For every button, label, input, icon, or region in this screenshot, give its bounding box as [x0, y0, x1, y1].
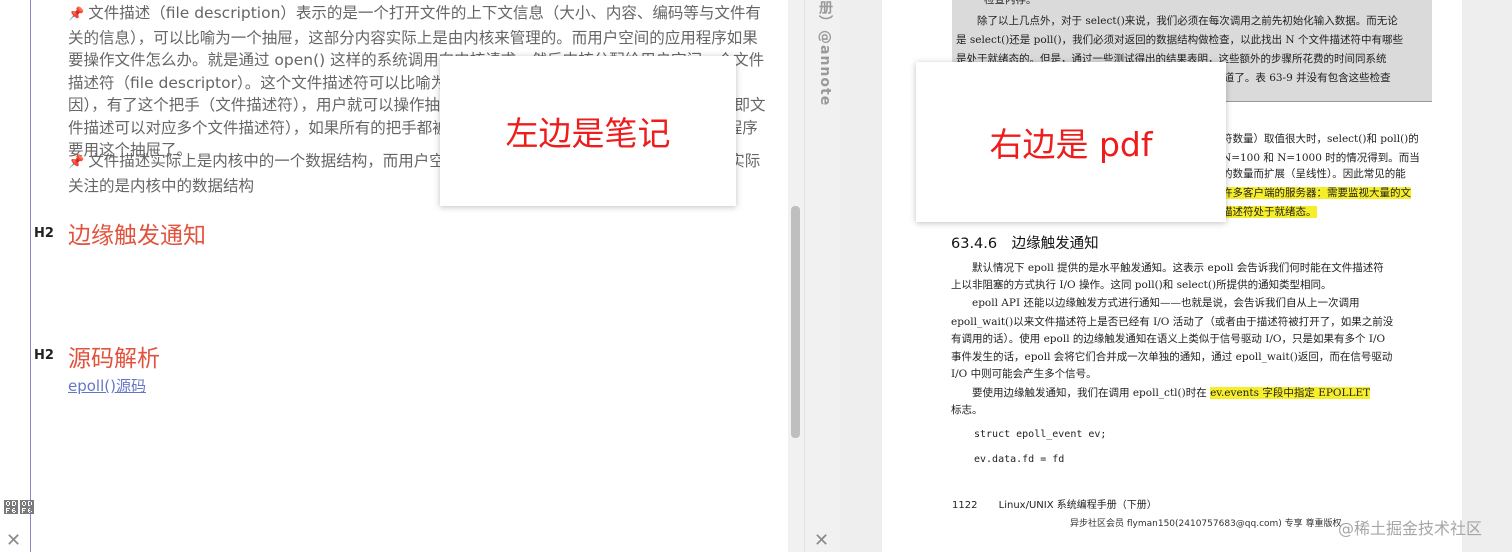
pdf-footer: 1122 Linux/UNIX 系统编程手册（下册） [952, 496, 1157, 511]
pdf-page-number: 1122 [952, 500, 978, 511]
overlay-pdf-caption: 右边是 pdf [916, 62, 1226, 222]
scrollbar-thumb[interactable] [791, 206, 800, 438]
pdf-line: 许多客户端的服务器：需要监视大量的文 [1222, 184, 1411, 203]
notes-pane: 📌 文件描述（file description）表示的是一个打开文件的上下文信息（… [0, 0, 790, 552]
pdf-section-heading: 63.4.6 边缘触发通知 [951, 236, 1099, 252]
pdf-line: 的数量而扩展（呈线性）。因此常见的能 [1222, 168, 1406, 180]
glasses-icon[interactable]: ෶෶ [3, 498, 35, 517]
pdf-line: 是 select()还是 poll()，我们必须对返回的数据结构做检查，以此找出… [956, 34, 1403, 46]
pdf-line: 标志。 [951, 404, 983, 416]
epoll-source-link[interactable]: epoll()源码 [68, 375, 146, 396]
overlay-notes-caption: 左边是笔记 [440, 56, 736, 206]
pdf-code-line: ev.data.fd = fd [974, 454, 1065, 465]
close-icon[interactable]: ✕ [814, 532, 829, 550]
pdf-line: 符数量）取值很大时，select()和 poll()的 [1222, 133, 1419, 145]
pdf-member-line: 异步社区会员 flyman150(2410757683@qq.com) 专享 尊… [1070, 519, 1342, 529]
pdf-line: 上以非阻塞的方式执行 I/O 操作。这同 poll()和 select()所提供… [951, 279, 1332, 291]
pdf-highlight: ev.events 字段中指定 EPOLLET [1210, 387, 1371, 399]
pdf-line: 描述符处于就绪态。 [1222, 203, 1317, 222]
heading-edge-triggered[interactable]: 边缘触发通知 [68, 216, 206, 250]
heading-source-analysis[interactable]: 源码解析 [68, 339, 160, 373]
pdf-highlight: 描述符处于就绪态。 [1222, 206, 1317, 218]
pdf-book-title: Linux/UNIX 系统编程手册（下册） [998, 500, 1157, 511]
pin-icon: 📌 [68, 7, 85, 22]
site-watermark: @稀土掘金技术社区 [1338, 519, 1483, 538]
pdf-line: 有调用的话）。使用 epoll 的边缘触发通知在语义上类似于信号驱动 I/O，只… [951, 333, 1386, 345]
notes-scrollbar[interactable] [788, 0, 804, 552]
h2-badge: H2 [34, 348, 54, 363]
pdf-line: I/O 中则可能会产生多个信号。 [951, 368, 1097, 380]
pin-icon: 📌 [68, 155, 85, 170]
h2-badge: H2 [34, 226, 54, 241]
pdf-code-line: struct epoll_event ev; [974, 429, 1107, 440]
pdf-line: epoll API 还能以边缘触发方式进行通知——也就是说，会告诉我们自从上一次… [951, 297, 1360, 309]
pdf-line: 要使用边缘触发通知，我们在调用 epoll_ctl()时在 ev.events … [951, 387, 1371, 399]
close-icon[interactable]: ✕ [6, 532, 21, 550]
pdf-line: 检查内存。 [984, 0, 1037, 6]
annotator-strip: 册）@annote ✕ [804, 0, 840, 552]
pdf-line: 除了以上几点外，对于 select()来说，我们必须在每次调用之前先初始化输入数… [956, 15, 1398, 27]
pdf-highlight: 许多客户端的服务器：需要监视大量的文 [1222, 187, 1411, 199]
pdf-pane: 检查内存。 除了以上几点外，对于 select()来说，我们必须在每次调用之前先… [840, 0, 1512, 552]
gutter-line [30, 0, 31, 552]
annotator-label: 册）@annote [817, 0, 833, 107]
